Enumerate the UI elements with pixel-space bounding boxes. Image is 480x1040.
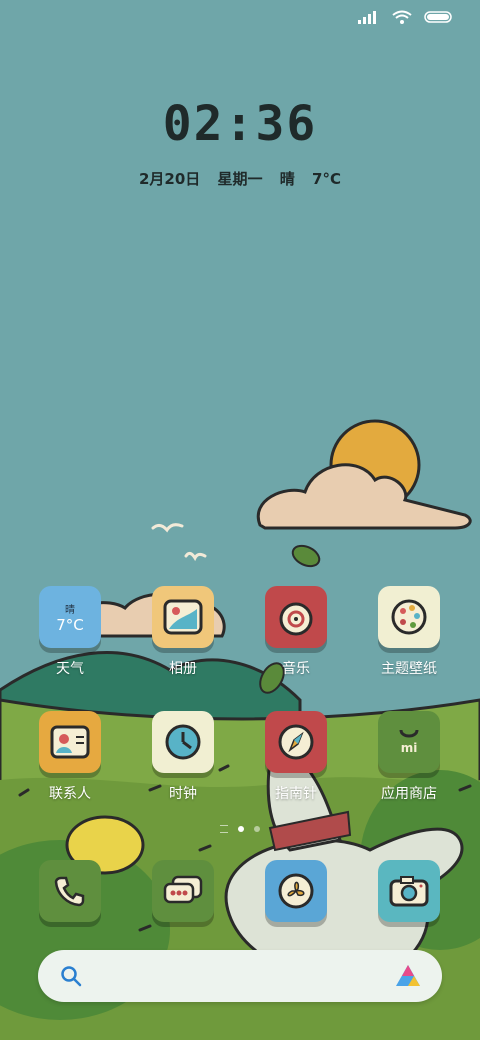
weather-widget-temp: 7°C <box>56 615 84 634</box>
weather-icon: 晴 7°C <box>39 586 101 648</box>
battery-icon <box>424 11 452 23</box>
app-label: 主题壁纸 <box>381 661 437 677</box>
temperature-text: 7°C <box>312 170 341 188</box>
search-bar[interactable] <box>38 950 442 1002</box>
svg-text:mi: mi <box>401 741 418 755</box>
shopping-bag-icon: mi <box>378 711 440 773</box>
weather-text: 晴 <box>279 170 295 188</box>
app-themes[interactable]: 主题壁纸 <box>359 586 459 678</box>
search-icon <box>61 966 82 987</box>
camera-icon <box>378 860 440 922</box>
clock-time[interactable]: 02:36 <box>0 96 480 152</box>
page-dot-current <box>238 826 244 832</box>
status-bar <box>358 10 452 24</box>
app-store[interactable]: mi 应用商店 <box>359 711 459 803</box>
signal-icon <box>358 11 376 24</box>
clock-icon <box>152 711 214 773</box>
gallery-icon <box>152 586 214 648</box>
app-label: 应用商店 <box>381 786 437 802</box>
app-label: 指南针 <box>275 786 317 802</box>
app-contacts[interactable]: 联系人 <box>20 711 120 803</box>
dock-fan[interactable] <box>246 860 346 922</box>
app-label: 天气 <box>56 661 84 677</box>
assistant-icon[interactable] <box>394 962 422 990</box>
date-text: 2月20日 <box>139 170 201 188</box>
weekday-text: 星期一 <box>217 170 263 188</box>
contacts-icon <box>39 711 101 773</box>
app-label: 时钟 <box>169 786 197 802</box>
app-gallery[interactable]: 相册 <box>133 586 233 678</box>
page-indicator[interactable] <box>0 825 480 833</box>
menu-lines-icon <box>220 825 228 833</box>
app-music[interactable]: 音乐 <box>246 586 346 678</box>
dock-messages[interactable] <box>133 860 233 922</box>
page-dot <box>254 826 260 832</box>
app-clock[interactable]: 时钟 <box>133 711 233 803</box>
compass-icon <box>265 711 327 773</box>
weather-widget-condition: 晴 <box>65 604 75 616</box>
app-label: 音乐 <box>282 661 310 677</box>
dock-phone[interactable] <box>20 860 120 922</box>
dock-camera[interactable] <box>359 860 459 922</box>
app-weather[interactable]: 晴 7°C 天气 <box>20 586 120 678</box>
date-line: 2月20日 星期一 晴 7°C <box>0 168 480 189</box>
palette-icon <box>378 586 440 648</box>
fan-icon <box>265 860 327 922</box>
app-label: 联系人 <box>49 786 91 802</box>
app-compass[interactable]: 指南针 <box>246 711 346 803</box>
app-label: 相册 <box>169 661 197 677</box>
phone-icon <box>39 860 101 922</box>
music-icon <box>265 586 327 648</box>
wifi-icon <box>392 10 412 24</box>
messages-icon <box>152 860 214 922</box>
